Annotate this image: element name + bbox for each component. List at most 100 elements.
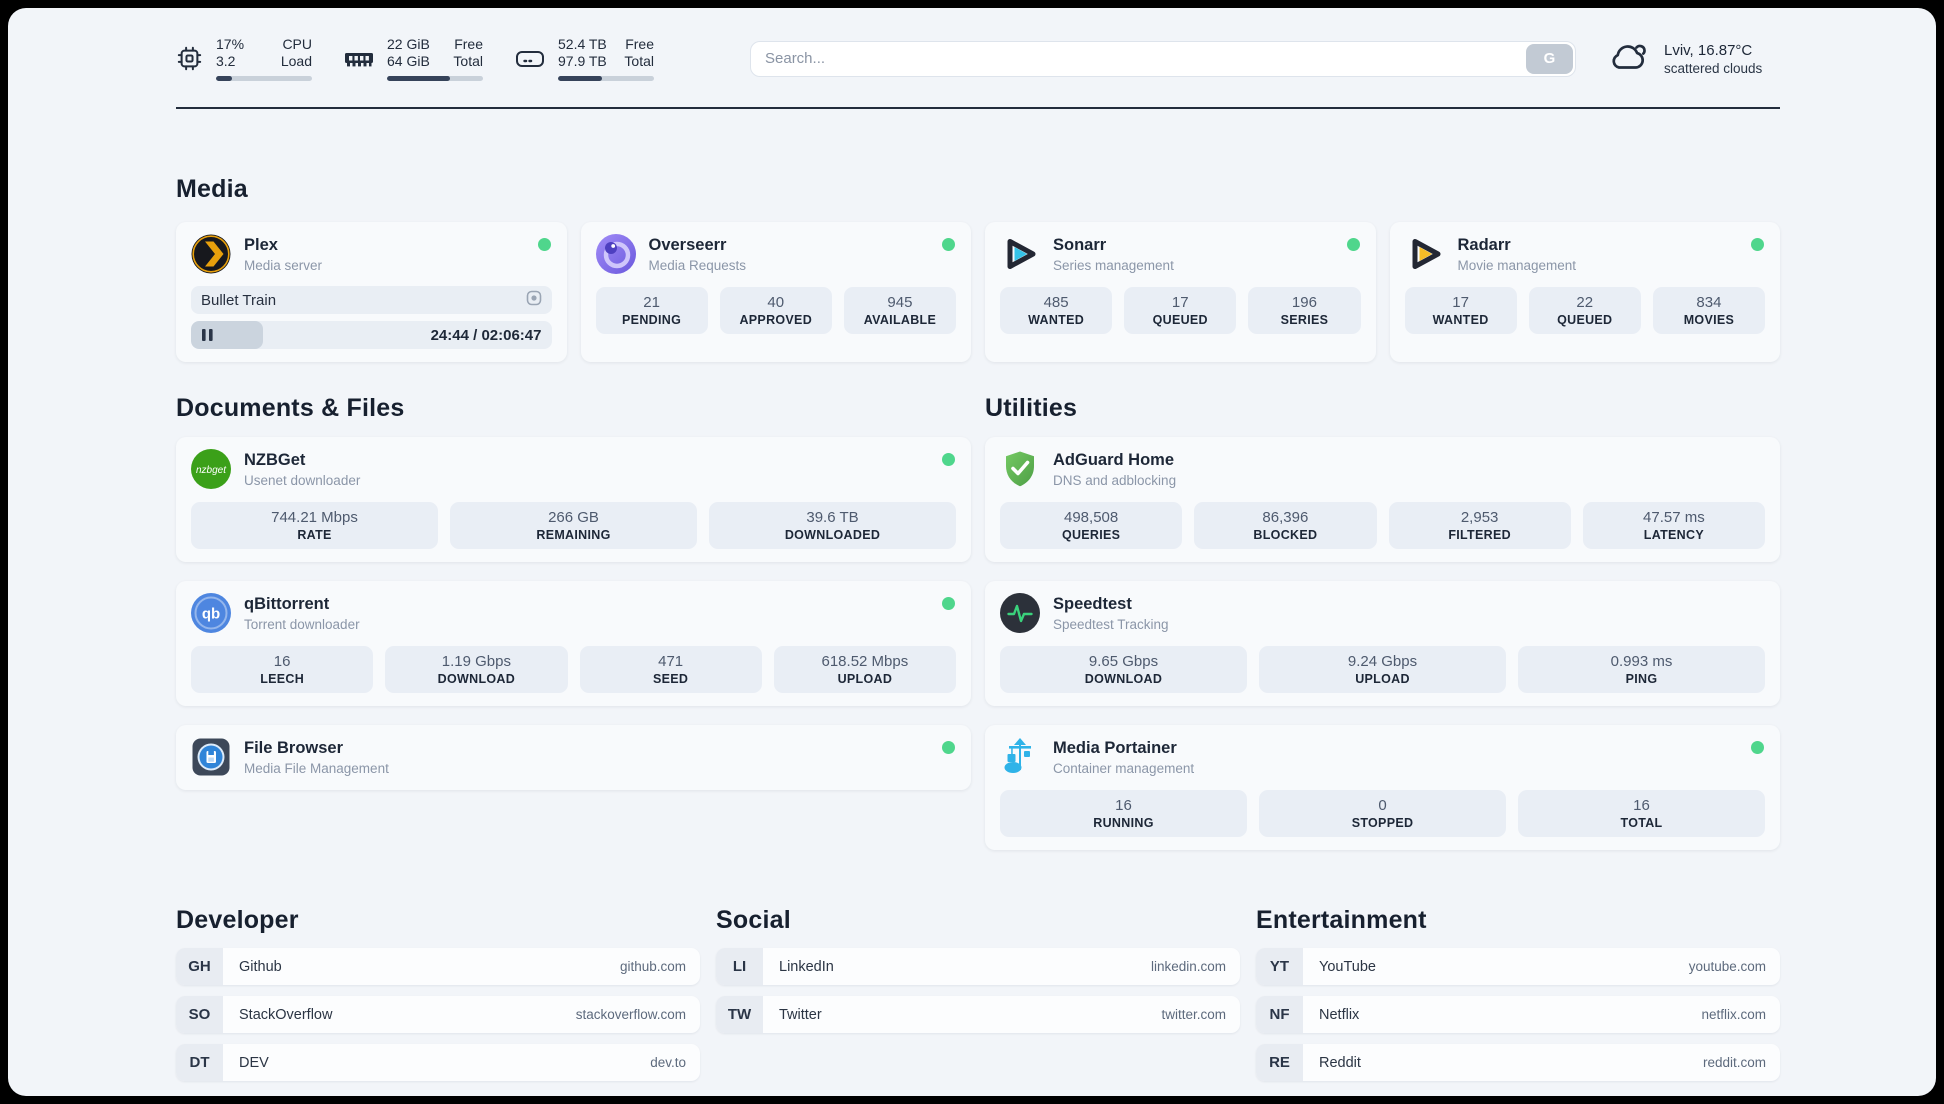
system-stat: 17% CPU 3.2 Load bbox=[176, 36, 312, 81]
stat-label: QUEUED bbox=[1152, 313, 1208, 327]
app-card-adguard[interactable]: AdGuard Home DNS and adblocking 498,508 QUE… bbox=[985, 437, 1780, 562]
plex-icon bbox=[191, 234, 231, 274]
stat-box: 22 QUEUED bbox=[1528, 287, 1641, 334]
app-card-plex[interactable]: Plex Media server Bullet Train 24:44 / 02:0… bbox=[176, 222, 567, 362]
link-url: youtube.com bbox=[1688, 959, 1766, 974]
link-row-reddit[interactable]: RE Reddit reddit.com bbox=[1256, 1044, 1780, 1081]
app-stats-row: 498,508 QUERIES 86,396 BLOCKED 2,953 FILTERED… bbox=[1000, 502, 1765, 549]
stat-progress-fill bbox=[216, 76, 233, 81]
stat-value: 22 bbox=[1576, 294, 1594, 311]
link-name: Github bbox=[239, 958, 282, 975]
app-title: AdGuard Home bbox=[1053, 450, 1175, 469]
nzbget-icon: nzbget bbox=[191, 449, 231, 489]
app-title: Sonarr bbox=[1053, 235, 1107, 254]
stat-value: 86,396 bbox=[1262, 509, 1309, 526]
search-bar: G bbox=[750, 40, 1576, 77]
cloud-icon bbox=[1606, 38, 1652, 79]
link-url: linkedin.com bbox=[1150, 959, 1226, 974]
stat-box: 17 QUEUED bbox=[1124, 287, 1237, 334]
stat-progress-track bbox=[216, 76, 312, 81]
status-dot bbox=[1751, 741, 1764, 754]
link-abbreviation: SO bbox=[176, 996, 223, 1033]
search-engine-button[interactable]: G bbox=[1526, 43, 1573, 74]
stat-box: 39.6 TB DOWNLOADED bbox=[709, 502, 956, 549]
app-card-speedtest[interactable]: Speedtest Speedtest Tracking 9.65 Gbps DOWN… bbox=[985, 581, 1780, 706]
link-row-github[interactable]: GH Github github.com bbox=[176, 948, 700, 985]
status-dot bbox=[942, 238, 955, 251]
link-row-linkedin[interactable]: LI LinkedIn linkedin.com bbox=[716, 948, 1240, 985]
stat-value: 266 GB bbox=[548, 509, 599, 526]
stat-box: 47.57 ms LATENCY bbox=[1582, 502, 1765, 549]
stat-value: 744.21 Mbps bbox=[271, 509, 358, 526]
stat-value: 471 bbox=[658, 653, 684, 670]
stat-value: 97.9 TB bbox=[558, 53, 607, 69]
app-card-header: File Browser Media File Management bbox=[191, 737, 956, 777]
stat-label: WANTED bbox=[1432, 313, 1489, 327]
cpu-chip-icon bbox=[176, 45, 203, 72]
link-abbreviation: YT bbox=[1256, 948, 1303, 985]
link-row-youtube[interactable]: YT YouTube youtube.com bbox=[1256, 948, 1780, 985]
stat-box: 618.52 Mbps UPLOAD bbox=[773, 646, 956, 693]
stat-label: UPLOAD bbox=[837, 672, 893, 686]
stat-value: 17% bbox=[216, 36, 245, 52]
stat-value: 3.2 bbox=[216, 53, 236, 69]
app-card-qbittorrent[interactable]: qb qBittorrent Torrent downloader 16 LEECH 1.… bbox=[176, 581, 971, 706]
app-card-portainer[interactable]: Media Portainer Container management 16 RUN… bbox=[985, 725, 1780, 850]
stat-value: 618.52 Mbps bbox=[821, 653, 909, 670]
status-dot bbox=[942, 741, 955, 754]
link-name: Reddit bbox=[1319, 1054, 1361, 1071]
stat-value: 40 bbox=[767, 294, 785, 311]
app-stats-row: 9.65 Gbps DOWNLOAD 9.24 Gbps UPLOAD 0.993 ms… bbox=[1000, 646, 1765, 693]
stat-value: 16 bbox=[273, 653, 291, 670]
app-card-radarr[interactable]: Radarr Movie management 17 WANTED 22 QUEUED 83… bbox=[1389, 222, 1780, 362]
stat-value: 22 GiB bbox=[387, 36, 430, 52]
app-subtitle: Media Requests bbox=[648, 257, 747, 273]
stat-label: Total bbox=[624, 53, 654, 69]
link-row-stackoverflow[interactable]: SO StackOverflow stackoverflow.com bbox=[176, 996, 700, 1033]
documents-column: Documents & Files nzbget NZBGet Usenet dow… bbox=[176, 394, 971, 790]
stat-label: APPROVED bbox=[739, 313, 813, 327]
app-title: Speedtest bbox=[1053, 594, 1132, 613]
stat-value: 64 GiB bbox=[387, 53, 430, 69]
app-card-sonarr[interactable]: Sonarr Series management 485 WANTED 17 QUEUED… bbox=[985, 222, 1376, 362]
media-grid: Plex Media server Bullet Train 24:44 / 02:0… bbox=[176, 222, 1780, 362]
stat-box: 498,508 QUERIES bbox=[1000, 502, 1183, 549]
app-card-nzbget[interactable]: nzbget NZBGet Usenet downloader 744.21 Mbps… bbox=[176, 437, 971, 562]
stat-label: MOVIES bbox=[1683, 313, 1735, 327]
link-url: stackoverflow.com bbox=[575, 1007, 686, 1022]
app-card-header: Overseerr Media Requests bbox=[595, 234, 957, 274]
link-url: github.com bbox=[619, 959, 686, 974]
record-icon[interactable] bbox=[526, 290, 542, 311]
app-subtitle: Media File Management bbox=[244, 760, 389, 776]
link-row-dev[interactable]: DT DEV dev.to bbox=[176, 1044, 700, 1081]
speedtest-icon bbox=[1000, 593, 1040, 633]
section-title-documents: Documents & Files bbox=[176, 394, 405, 422]
section-title-social: Social bbox=[716, 906, 791, 934]
radarr-icon bbox=[1405, 234, 1445, 274]
stat-box: 196 SERIES bbox=[1248, 287, 1361, 334]
link-abbreviation: NF bbox=[1256, 996, 1303, 1033]
link-row-netflix[interactable]: NF Netflix netflix.com bbox=[1256, 996, 1780, 1033]
stat-box: 834 MOVIES bbox=[1652, 287, 1766, 334]
stat-value: 52.4 TB bbox=[558, 36, 607, 52]
link-abbreviation: RE bbox=[1256, 1044, 1303, 1081]
stat-value: 21 bbox=[643, 294, 660, 311]
top-bar: 17% CPU 3.2 Load 22 GiB Free 64 GiB Total 52.4 T… bbox=[176, 8, 1780, 81]
app-card-filebrowser[interactable]: File Browser Media File Management bbox=[176, 725, 971, 790]
search-input[interactable] bbox=[750, 40, 1576, 77]
pause-icon[interactable] bbox=[202, 329, 213, 341]
stat-label: FILTERED bbox=[1448, 528, 1511, 542]
svg-text:qb: qb bbox=[202, 606, 220, 623]
app-stats-row: 16 RUNNING 0 STOPPED 16 TOTAL bbox=[1000, 790, 1765, 837]
app-subtitle: Container management bbox=[1053, 760, 1195, 776]
app-card-header: Plex Media server bbox=[191, 234, 552, 274]
stat-label: STOPPED bbox=[1351, 816, 1414, 830]
app-card-overseerr[interactable]: Overseerr Media Requests 21 PENDING 40 APPROV… bbox=[580, 222, 971, 362]
link-abbreviation: DT bbox=[176, 1044, 223, 1081]
stat-label: SEED bbox=[653, 672, 689, 686]
overseerr-icon bbox=[595, 234, 636, 274]
qbittorrent-icon: qb bbox=[191, 593, 231, 633]
app-subtitle: Speedtest Tracking bbox=[1053, 616, 1169, 632]
link-row-twitter[interactable]: TW Twitter twitter.com bbox=[716, 996, 1240, 1033]
stat-label: CPU bbox=[282, 36, 312, 52]
